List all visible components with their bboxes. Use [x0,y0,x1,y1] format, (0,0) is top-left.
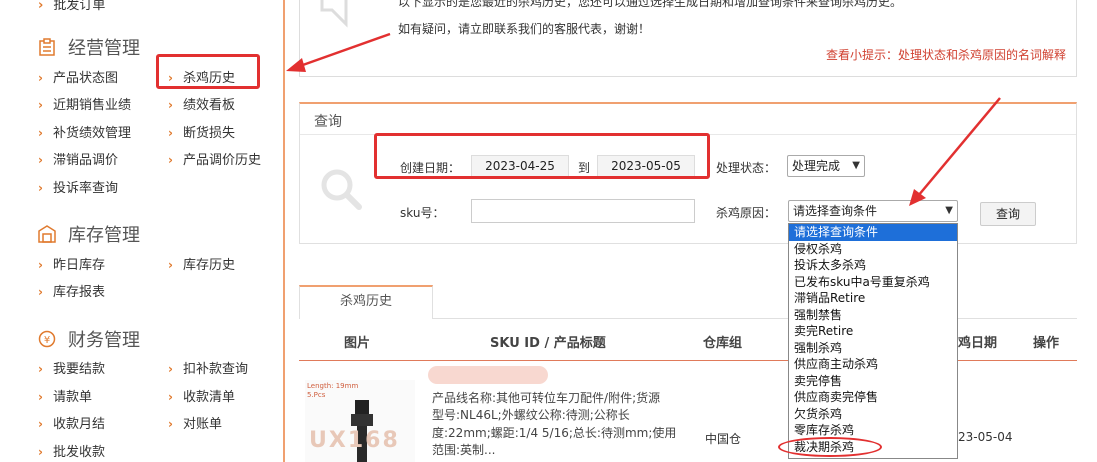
arrow-head-icon [909,189,926,206]
annotation-arrows [286,32,1001,206]
arrow-line [299,32,391,68]
arrow-line [917,97,1001,197]
arrow-head-icon [286,58,306,72]
